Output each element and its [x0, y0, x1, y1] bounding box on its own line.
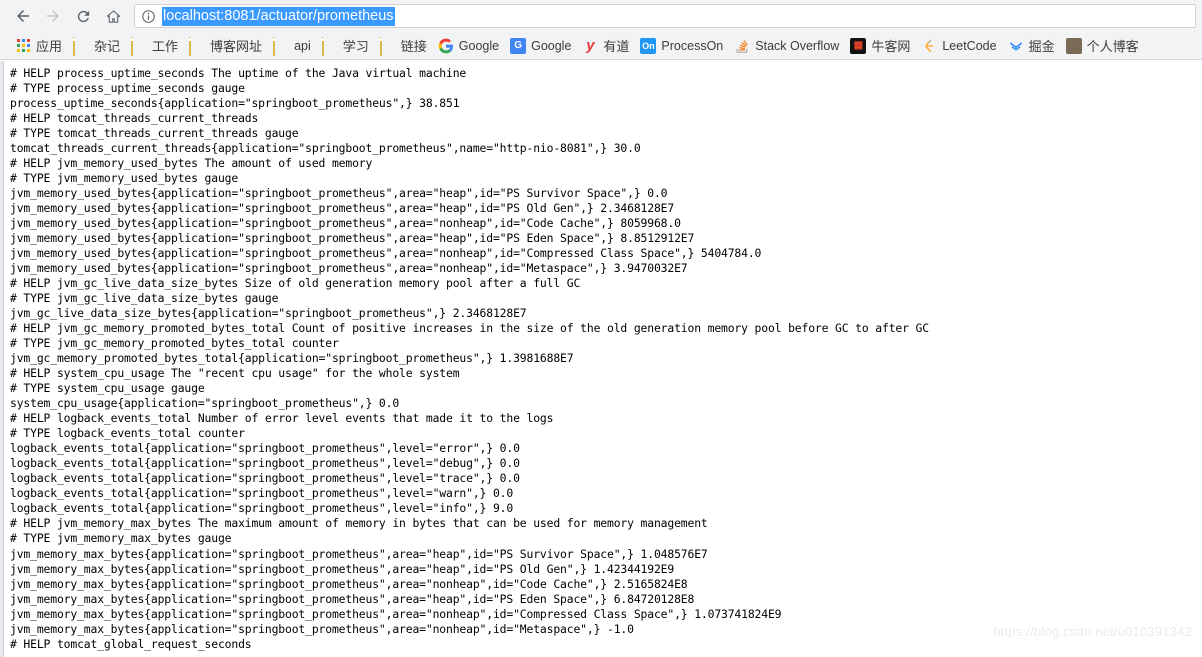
site-info-icon[interactable] [141, 9, 156, 24]
folder-icon [273, 36, 289, 56]
google-g-icon [438, 38, 454, 54]
youdao-icon: y [586, 37, 595, 54]
reload-button[interactable] [68, 3, 98, 29]
bookmark-google[interactable]: Google [433, 35, 504, 57]
bookmark-apps[interactable]: 应用 [10, 35, 67, 57]
browser-chrome: localhost:8081/actuator/prometheus 应用 杂记… [0, 0, 1202, 60]
bookmark-folder-zaji[interactable]: 杂记 [68, 35, 125, 57]
page-viewport: # HELP process_uptime_seconds The uptime… [0, 61, 1202, 657]
bookmark-label: 学习 [342, 39, 369, 54]
bookmark-label: 有道 [603, 39, 630, 54]
bookmarks-bar: 应用 杂记 工作 博客网址 api 学习 链接 Google G Google … [0, 32, 1202, 60]
prometheus-metrics-text: # HELP process_uptime_seconds The uptime… [10, 66, 929, 651]
personal-blog-icon [1065, 37, 1082, 54]
bookmark-stack-overflow[interactable]: Stack Overflow [729, 35, 844, 57]
bookmark-label: 博客网址 [210, 39, 263, 54]
bookmark-folder-api[interactable]: api [268, 35, 316, 57]
bookmark-label: 个人博客 [1086, 39, 1139, 54]
bookmark-leetcode[interactable]: LeetCode [916, 35, 1001, 57]
bookmark-label: 应用 [36, 39, 63, 54]
url-input[interactable]: localhost:8081/actuator/prometheus [162, 6, 395, 26]
bookmark-label: 牛客网 [871, 39, 911, 54]
bookmark-processon[interactable]: On ProcessOn [635, 35, 728, 57]
bookmark-label: Stack Overflow [755, 38, 840, 53]
csdn-watermark: https://blog.csdn.net/u010391342 [993, 624, 1192, 639]
bookmark-juejin[interactable]: 掘金 [1003, 35, 1060, 57]
bookmark-label: 掘金 [1028, 39, 1055, 54]
bookmark-label: 杂记 [94, 39, 121, 54]
back-button[interactable] [8, 3, 38, 29]
stackoverflow-icon [734, 38, 750, 54]
bookmark-google-translate[interactable]: G Google [505, 35, 576, 57]
bookmark-youdao[interactable]: y 有道 [577, 35, 634, 57]
forward-arrow-icon [47, 10, 59, 22]
bookmark-personal-blog[interactable]: 个人博客 [1061, 35, 1144, 57]
processon-icon: On [640, 37, 657, 54]
bookmark-label: 工作 [152, 39, 179, 54]
apps-grid-icon [15, 38, 31, 54]
leetcode-icon [921, 38, 937, 54]
bookmark-label: Google [531, 38, 572, 53]
back-arrow-icon [17, 10, 29, 22]
home-button[interactable] [98, 3, 128, 29]
address-bar[interactable]: localhost:8081/actuator/prometheus [134, 4, 1196, 28]
folder-icon [189, 36, 205, 56]
bookmark-label: LeetCode [942, 38, 997, 53]
bookmark-label: Google [458, 38, 500, 53]
forward-button[interactable] [38, 3, 68, 29]
folder-icon [73, 36, 89, 56]
page-left-edge-rail [0, 61, 4, 657]
bookmark-folder-lianjie[interactable]: 链接 [375, 35, 432, 57]
folder-icon [131, 36, 147, 56]
info-circle-icon [142, 9, 155, 23]
browser-toolbar: localhost:8081/actuator/prometheus [0, 0, 1202, 32]
google-translate-icon: G [510, 37, 527, 54]
bookmark-folder-gongzuo[interactable]: 工作 [126, 35, 183, 57]
bookmark-label: ProcessOn [661, 38, 724, 53]
bookmark-folder-blog-urls[interactable]: 博客网址 [184, 35, 267, 57]
reload-icon [77, 10, 89, 22]
nowcoder-icon: ▦ [850, 37, 867, 54]
bookmark-label: api [294, 38, 311, 53]
bookmark-nowcoder[interactable]: ▦ 牛客网 [845, 35, 915, 57]
bookmark-label: 链接 [400, 39, 427, 54]
folder-icon [321, 36, 338, 56]
juejin-icon [1008, 38, 1024, 54]
home-icon [106, 9, 120, 23]
bookmark-folder-xuexi[interactable]: 学习 [317, 35, 374, 57]
folder-icon [379, 36, 396, 56]
